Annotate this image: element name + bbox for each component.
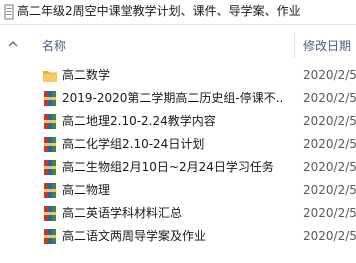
- archive-icon: [44, 114, 56, 129]
- file-row-3[interactable]: 高二化学组2.10-24日计划 2020/2/5: [33, 133, 356, 156]
- navigation-pane: [0, 25, 30, 263]
- file-row-0[interactable]: 高二数学 2020/2/5: [33, 64, 356, 87]
- file-name: 高二物理: [62, 183, 111, 197]
- file-date: 2020/2/5: [303, 160, 356, 174]
- column-divider[interactable]: [294, 32, 295, 58]
- file-row-5[interactable]: 高二物理 2020/2/5: [33, 179, 356, 202]
- file-row-2[interactable]: 高二地理2.10-2.24教学内容 2020/2/5: [33, 110, 356, 133]
- file-date: 2020/2/5: [303, 206, 356, 220]
- chevron-up-icon[interactable]: [8, 40, 18, 48]
- archive-icon: [44, 160, 56, 175]
- archive-icon: [44, 206, 56, 221]
- file-date: 2020/2/5: [303, 68, 356, 82]
- file-name: 高二英语学科材料汇总: [62, 206, 183, 220]
- document-icon: [4, 4, 14, 20]
- column-header-name[interactable]: 名称: [42, 37, 66, 54]
- file-date: 2020/2/5: [303, 114, 356, 128]
- file-name: 高二生物组2月10日~2月24日学习任务: [62, 160, 274, 174]
- file-row-4[interactable]: 高二生物组2月10日~2月24日学习任务 2020/2/5: [33, 156, 356, 179]
- file-name: 高二化学组2.10-24日计划: [62, 137, 205, 151]
- file-name: 2019-2020第二学期高二历史组-停课不...: [62, 91, 284, 105]
- file-date: 2020/2/5: [303, 229, 356, 243]
- title-bar: 高二年级2周空中课堂教学计划、课件、导学案、作业: [0, 0, 356, 25]
- file-row-6[interactable]: 高二英语学科材料汇总 2020/2/5: [33, 202, 356, 225]
- archive-icon: [44, 91, 56, 106]
- archive-icon: [44, 137, 56, 152]
- file-date: 2020/2/5: [303, 137, 356, 151]
- folder-icon: [43, 71, 57, 82]
- file-name: 高二数学: [62, 68, 111, 82]
- file-row-1[interactable]: 2019-2020第二学期高二历史组-停课不... 2020/2/5: [33, 87, 356, 110]
- window-title: 高二年级2周空中课堂教学计划、课件、导学案、作业: [17, 4, 301, 18]
- archive-icon: [44, 229, 56, 244]
- archive-icon: [44, 183, 56, 198]
- file-row-7[interactable]: 高二语文两周导学案及作业 2020/2/5: [33, 225, 356, 248]
- file-date: 2020/2/5: [303, 91, 356, 105]
- file-date: 2020/2/5: [303, 183, 356, 197]
- file-name: 高二地理2.10-2.24教学内容: [62, 114, 216, 128]
- file-name: 高二语文两周导学案及作业: [62, 229, 207, 243]
- column-header-date-modified[interactable]: 修改日期: [303, 37, 351, 54]
